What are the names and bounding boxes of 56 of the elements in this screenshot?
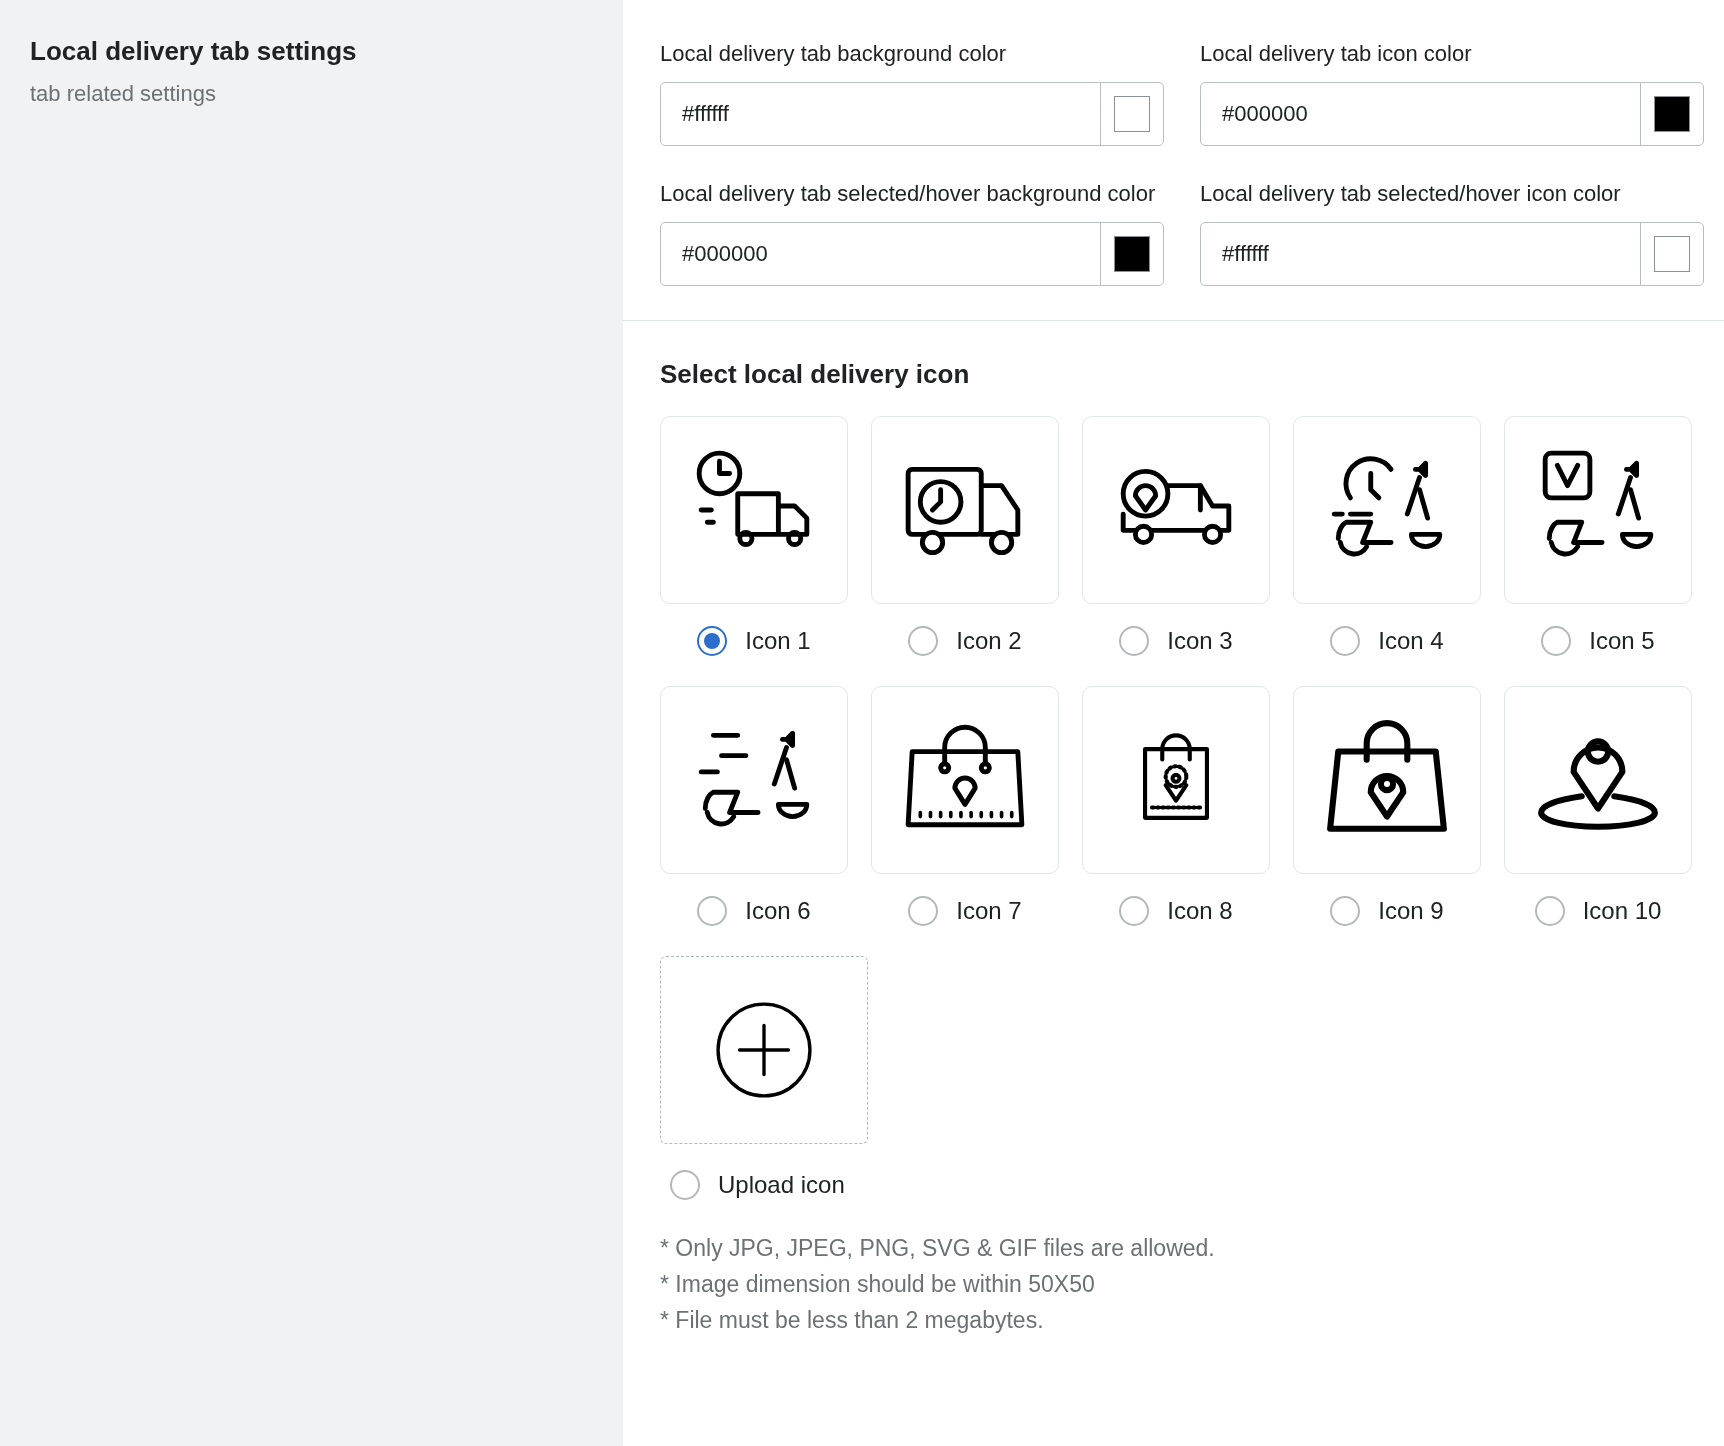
help-note: * File must be less than 2 megabytes. (660, 1306, 1045, 1334)
icon-radio-option[interactable]: Icon 2 (908, 626, 1022, 656)
icon-radio-option[interactable]: Icon 10 (1534, 896, 1662, 926)
radio-button[interactable] (697, 896, 728, 926)
icon-radio-option[interactable]: Icon 8 (1119, 896, 1233, 926)
field-value: #ffffff (681, 100, 730, 128)
icon-tile[interactable] (1293, 416, 1481, 604)
icon-tile[interactable] (1082, 686, 1270, 874)
field-label: Local delivery tab selected/hover background color (660, 180, 1157, 208)
radio-button[interactable] (697, 626, 728, 656)
icon-tile[interactable] (1504, 416, 1692, 604)
icon-tile[interactable] (871, 416, 1059, 604)
icon-radio-option[interactable]: Icon 1 (697, 626, 811, 656)
radio-button[interactable] (1541, 626, 1572, 656)
radio-button[interactable] (1330, 626, 1361, 656)
section-title: Local delivery tab settings (30, 36, 358, 67)
icon-radio-option[interactable]: Icon 3 (1119, 626, 1233, 656)
icon-tile[interactable] (660, 686, 848, 874)
color-swatch[interactable] (1114, 236, 1150, 272)
radio-button[interactable] (1330, 896, 1361, 926)
section-subtitle: tab related settings (30, 81, 217, 107)
color-input-field[interactable]: #ffffff (1200, 222, 1704, 286)
field-label: Local delivery tab icon color (1200, 40, 1473, 68)
radio-button[interactable] (908, 896, 939, 926)
icon-radio-option[interactable]: Icon 9 (1330, 896, 1444, 926)
icon-radio-option[interactable]: Icon 5 (1541, 626, 1655, 656)
upload-radio-option[interactable]: Upload icon (670, 1170, 845, 1200)
icon-radio-option[interactable]: Icon 7 (908, 896, 1022, 926)
field-value: #000000 (681, 240, 769, 268)
color-swatch[interactable] (1654, 96, 1690, 132)
field-value: #000000 (1221, 100, 1309, 128)
icon-tile[interactable] (1293, 686, 1481, 874)
radio-button[interactable] (1534, 896, 1565, 926)
color-swatch[interactable] (1654, 236, 1690, 272)
color-input-field[interactable]: #000000 (1200, 82, 1704, 146)
color-swatch[interactable] (1114, 96, 1150, 132)
field-label: Local delivery tab background color (660, 40, 1008, 68)
radio-button[interactable] (908, 626, 939, 656)
help-note: * Only JPG, JPEG, PNG, SVG & GIF files are allowed. (660, 1234, 1216, 1262)
field-label: Local delivery tab selected/hover icon color (1200, 180, 1622, 208)
radio-button[interactable] (670, 1170, 700, 1200)
field-value: #ffffff (1221, 240, 1270, 268)
help-note: * Image dimension should be within 50X50 (660, 1270, 1096, 1298)
upload-tile[interactable] (660, 956, 868, 1144)
radio-button[interactable] (1119, 626, 1150, 656)
radio-button[interactable] (1119, 896, 1150, 926)
color-input-field[interactable]: #000000 (660, 222, 1164, 286)
icon-radio-option[interactable]: Icon 4 (1330, 626, 1444, 656)
icon-tile[interactable] (1082, 416, 1270, 604)
icon-tile[interactable] (1504, 686, 1692, 874)
section-heading: Select local delivery icon (660, 359, 971, 390)
color-input-field[interactable]: #ffffff (660, 82, 1164, 146)
add-icon (715, 1001, 813, 1099)
icon-tile[interactable] (660, 416, 848, 604)
icon-tile[interactable] (871, 686, 1059, 874)
icon-radio-option[interactable]: Icon 6 (697, 896, 811, 926)
